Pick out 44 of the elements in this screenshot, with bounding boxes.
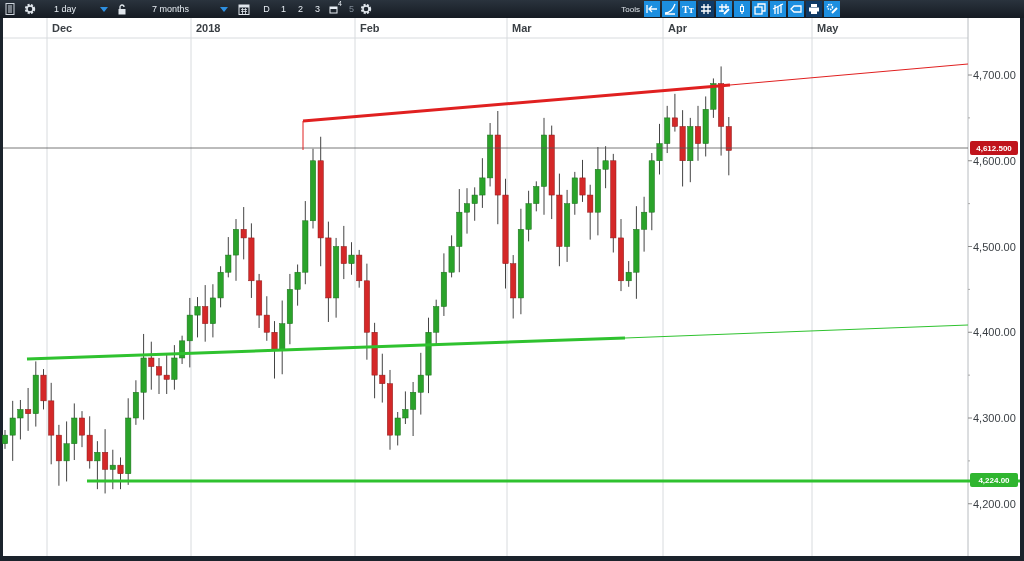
date-label: Feb [360,22,380,34]
windows-icon [754,3,766,15]
back-arrow-tool-button[interactable] [644,1,660,17]
level-price-tag: 4,224.00 [970,473,1018,487]
price-label: 4,600.00 [973,154,1016,167]
back-arrow-icon [646,3,658,15]
windows-tool-button[interactable] [752,1,768,17]
period-dropdown[interactable]: 7 months [148,1,232,17]
grid-tool-button[interactable] [698,1,714,17]
date-label: May [817,22,839,34]
pencil-icon [718,3,730,15]
caret-icon [220,6,228,12]
range-button[interactable]: D [258,1,275,17]
date-label: Mar [512,22,532,34]
price-label: 4,200.00 [973,497,1016,510]
printer-icon [808,3,820,15]
candle-tool-button[interactable] [734,1,750,17]
tools-label: Tools [621,4,640,14]
bars-tool-button[interactable] [770,1,786,17]
grid-icon [700,3,712,15]
range-button[interactable]: 3 [309,1,326,17]
interval-dropdown[interactable]: 1 day [50,1,112,17]
settings-icon[interactable] [360,3,372,15]
date-label: Dec [52,22,73,34]
document-icon[interactable] [4,3,16,15]
tag-icon [790,3,802,15]
price-label: 4,500.00 [973,240,1016,253]
lock-icon[interactable] [118,3,126,15]
caret-icon [100,6,108,12]
settings-icon[interactable] [24,3,36,15]
curve-icon [664,3,676,15]
settings-icon [826,3,838,15]
date-label: Apr [668,22,687,34]
range-button[interactable]: 1 [275,1,292,17]
printer-tool-button[interactable] [806,1,822,17]
price-label: 4,400.00 [973,326,1016,339]
range-button[interactable]: 2 [292,1,309,17]
calendar-icon[interactable] [238,3,250,15]
price-label: 4,300.00 [973,412,1016,424]
curve-tool-button[interactable] [662,1,678,17]
date-label: 2018 [196,22,221,34]
price-label: 4,700.00 [973,69,1016,81]
bars-icon [772,3,784,15]
current-price-tag: 4,612.500 [970,141,1018,155]
